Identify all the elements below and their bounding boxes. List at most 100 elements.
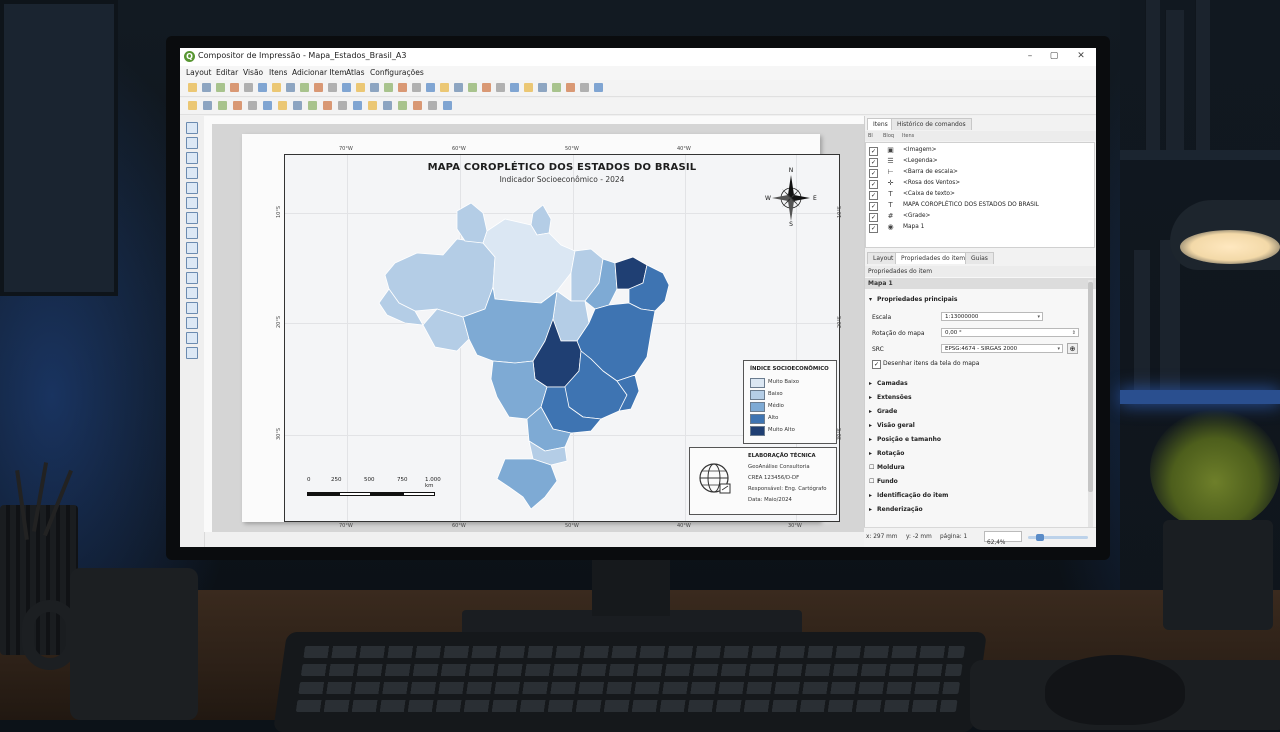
- menu-visao[interactable]: Visão: [243, 68, 263, 77]
- visibility-checkbox[interactable]: ✓: [869, 169, 878, 178]
- layout-canvas[interactable]: 70°W 60°W 50°W 40°W 70°W 60°W 50°W 40°W …: [212, 124, 864, 532]
- section-identificacao[interactable]: ▸ Identificação do item: [865, 490, 1087, 502]
- layout-tool-icon[interactable]: [186, 122, 198, 134]
- map-title[interactable]: MAPA COROPLÉTICO DOS ESTADOS DO BRASIL: [285, 162, 839, 173]
- zoom-slider[interactable]: [1028, 534, 1088, 541]
- layout-tool-icon[interactable]: [186, 287, 198, 299]
- visibility-checkbox[interactable]: ✓: [869, 202, 878, 211]
- layout-tool-icon[interactable]: [186, 347, 198, 359]
- toolbar-button-icon[interactable]: [278, 101, 287, 110]
- toolbar-button-icon[interactable]: [426, 83, 435, 92]
- tab-item-properties[interactable]: Propriedades do item: [895, 252, 972, 264]
- toolbar-button-icon[interactable]: [342, 83, 351, 92]
- toolbar-button-icon[interactable]: [443, 101, 452, 110]
- toolbar-button-icon[interactable]: [230, 83, 239, 92]
- toolbar-button-icon[interactable]: [538, 83, 547, 92]
- layout-tool-icon[interactable]: [186, 167, 198, 179]
- state-rs[interactable]: [496, 458, 558, 510]
- toolbar-button-icon[interactable]: [356, 83, 365, 92]
- brazil-choropleth-map[interactable]: [365, 191, 675, 511]
- visibility-checkbox[interactable]: ✓: [869, 191, 878, 200]
- layout-tool-icon[interactable]: [186, 137, 198, 149]
- list-item[interactable]: ✓ T MAPA COROPLÉTICO DOS ESTADOS DO BRASIL: [866, 200, 1094, 211]
- toolbar-button-icon[interactable]: [338, 101, 347, 110]
- section-fundo[interactable]: ☐ Fundo: [865, 476, 1087, 488]
- toolbar-button-icon[interactable]: [510, 83, 519, 92]
- layout-tool-icon[interactable]: [186, 212, 198, 224]
- toolbar-button-icon[interactable]: [524, 83, 533, 92]
- toolbar-button-icon[interactable]: [328, 83, 337, 92]
- section-grade[interactable]: ▸ Grade: [865, 406, 1087, 418]
- toolbar-button-icon[interactable]: [370, 83, 379, 92]
- layout-tool-icon[interactable]: [186, 152, 198, 164]
- crs-combobox[interactable]: EPSG:4674 - SIRGAS 2000 ▾: [941, 344, 1063, 353]
- layout-tool-icon[interactable]: [186, 197, 198, 209]
- toolbar-button-icon[interactable]: [428, 101, 437, 110]
- toolbar-button-icon[interactable]: [398, 101, 407, 110]
- section-moldura[interactable]: ☐ Moldura: [865, 462, 1087, 474]
- layout-tool-icon[interactable]: [186, 242, 198, 254]
- toolbar-button-icon[interactable]: [188, 83, 197, 92]
- layout-page[interactable]: 70°W 60°W 50°W 40°W 70°W 60°W 50°W 40°W …: [242, 134, 843, 529]
- toolbar-button-icon[interactable]: [272, 83, 281, 92]
- map-subtitle[interactable]: Indicador Socioeconômico - 2024: [285, 175, 839, 184]
- toolbar-button-icon[interactable]: [384, 83, 393, 92]
- section-extensoes[interactable]: ▸ Extensões: [865, 392, 1087, 404]
- list-item[interactable]: ✓ ✛ <Rosa dos Ventos>: [866, 178, 1094, 189]
- compass-rose-icon[interactable]: N S W E: [763, 165, 819, 227]
- scale-bar[interactable]: 0 250 500 750 1.000 km: [307, 477, 447, 501]
- scale-combobox[interactable]: 1:13000000 ▾: [941, 312, 1043, 321]
- layout-tool-icon[interactable]: [186, 332, 198, 344]
- toolbar-button-icon[interactable]: [216, 83, 225, 92]
- menu-layout[interactable]: Layout: [186, 68, 212, 77]
- visibility-checkbox[interactable]: ✓: [869, 224, 878, 233]
- props-scrollbar[interactable]: [1088, 280, 1093, 530]
- toolbar-button-icon[interactable]: [482, 83, 491, 92]
- toolbar-button-icon[interactable]: [580, 83, 589, 92]
- toolbar-button-icon[interactable]: [244, 83, 253, 92]
- list-item[interactable]: ✓ # <Grade>: [866, 211, 1094, 222]
- section-rotacao[interactable]: ▸ Rotação: [865, 448, 1087, 460]
- toolbar-button-icon[interactable]: [203, 101, 212, 110]
- checkbox-icon[interactable]: ☐: [869, 478, 874, 485]
- list-item[interactable]: ✓ ☰ <Legenda>: [866, 156, 1094, 167]
- toolbar-button-icon[interactable]: [552, 83, 561, 92]
- toolbar-button-icon[interactable]: [412, 83, 421, 92]
- toolbar-button-icon[interactable]: [202, 83, 211, 92]
- layout-tool-icon[interactable]: [186, 227, 198, 239]
- toolbar-button-icon[interactable]: [258, 83, 267, 92]
- menu-atlas[interactable]: Atlas: [346, 68, 365, 77]
- map-legend[interactable]: ÍNDICE SOCIOECONÔMICO Muito Baixo Baixo …: [743, 360, 837, 444]
- minimize-button[interactable]: –: [1023, 51, 1037, 61]
- layout-tool-icon[interactable]: [186, 182, 198, 194]
- menu-configuracoes[interactable]: Configurações: [370, 68, 424, 77]
- toolbar-button-icon[interactable]: [413, 101, 422, 110]
- close-button[interactable]: ✕: [1074, 51, 1088, 61]
- toolbar-button-icon[interactable]: [248, 101, 257, 110]
- rotation-spinbox[interactable]: 0,00 ° ⇕: [941, 328, 1079, 337]
- toolbar-button-icon[interactable]: [398, 83, 407, 92]
- visibility-checkbox[interactable]: ✓: [869, 147, 878, 156]
- layout-tool-icon[interactable]: [186, 317, 198, 329]
- visibility-checkbox[interactable]: ✓: [869, 213, 878, 222]
- toolbar-button-icon[interactable]: [383, 101, 392, 110]
- tab-guides[interactable]: Guias: [965, 252, 994, 264]
- toolbar-button-icon[interactable]: [566, 83, 575, 92]
- list-item[interactable]: ✓ ▣ <Imagem>: [866, 145, 1094, 156]
- toolbar-button-icon[interactable]: [263, 101, 272, 110]
- tab-items[interactable]: Itens: [867, 118, 894, 130]
- visibility-checkbox[interactable]: ✓: [869, 180, 878, 189]
- toolbar-button-icon[interactable]: [454, 83, 463, 92]
- toolbar-button-icon[interactable]: [218, 101, 227, 110]
- layout-tool-icon[interactable]: [186, 257, 198, 269]
- zoom-combobox[interactable]: 62,4%: [984, 531, 1022, 546]
- toolbar-button-icon[interactable]: [293, 101, 302, 110]
- zoom-slider-knob[interactable]: [1036, 534, 1044, 541]
- technical-info-box[interactable]: ELABORAÇÃO TÉCNICA GeoAnálise Consultori…: [689, 447, 837, 515]
- map-item[interactable]: 70°W 60°W 50°W 40°W 70°W 60°W 50°W 40°W …: [276, 146, 843, 529]
- toolbar-button-icon[interactable]: [440, 83, 449, 92]
- checkbox-icon[interactable]: ☐: [869, 464, 874, 471]
- toolbar-button-icon[interactable]: [594, 83, 603, 92]
- toolbar-button-icon[interactable]: [323, 101, 332, 110]
- layout-tool-icon[interactable]: [186, 302, 198, 314]
